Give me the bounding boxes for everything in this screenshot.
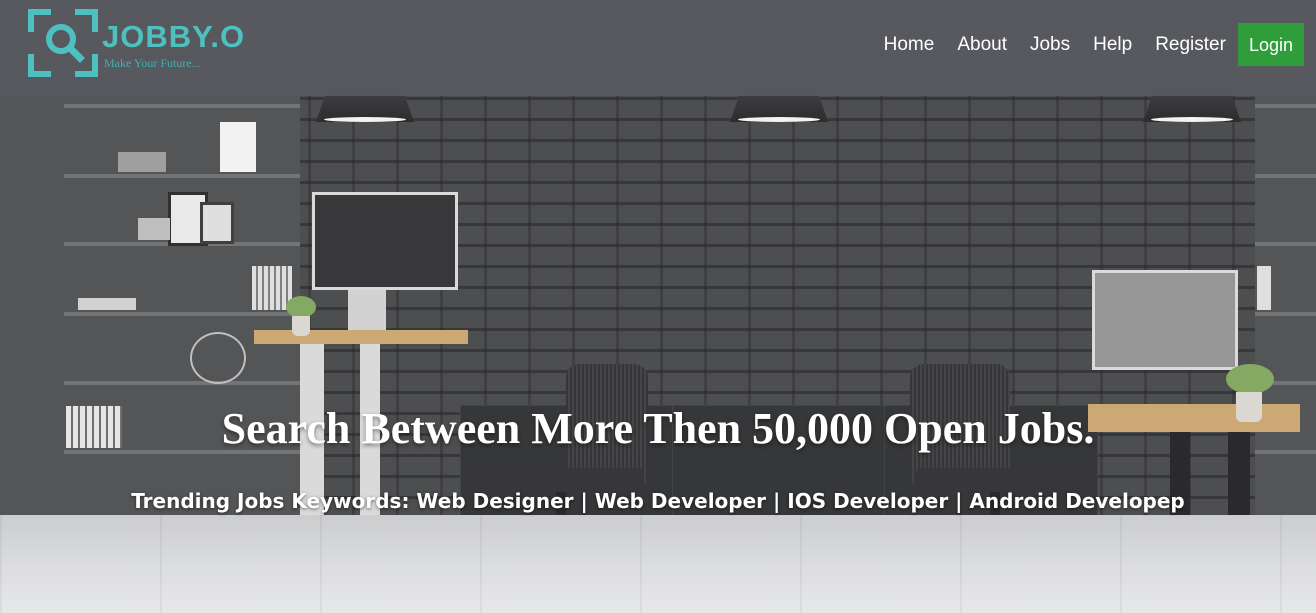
trending-keywords: Trending Jobs Keywords: Web Designer | W… xyxy=(131,489,1185,513)
main-nav: Home About Jobs Help Register Login xyxy=(861,21,1304,67)
nav-home[interactable]: Home xyxy=(884,35,935,54)
hero-headline: Search Between More Then 50,000 Open Job… xyxy=(221,404,1095,453)
magnifier-in-brackets-icon xyxy=(28,9,98,77)
nav-register[interactable]: Register xyxy=(1155,35,1226,54)
nav-about[interactable]: About xyxy=(957,35,1007,54)
brand-name: JOBBY.O xyxy=(102,19,246,54)
site-header: JOBBY.O Make Your Future... Home About J… xyxy=(0,0,1316,96)
nav-jobs[interactable]: Jobs xyxy=(1030,35,1070,54)
nav-help[interactable]: Help xyxy=(1093,35,1132,54)
login-button[interactable]: Login xyxy=(1237,22,1304,66)
brand-tagline: Make Your Future... xyxy=(104,56,201,70)
brand-logo[interactable]: JOBBY.O Make Your Future... xyxy=(28,9,244,79)
